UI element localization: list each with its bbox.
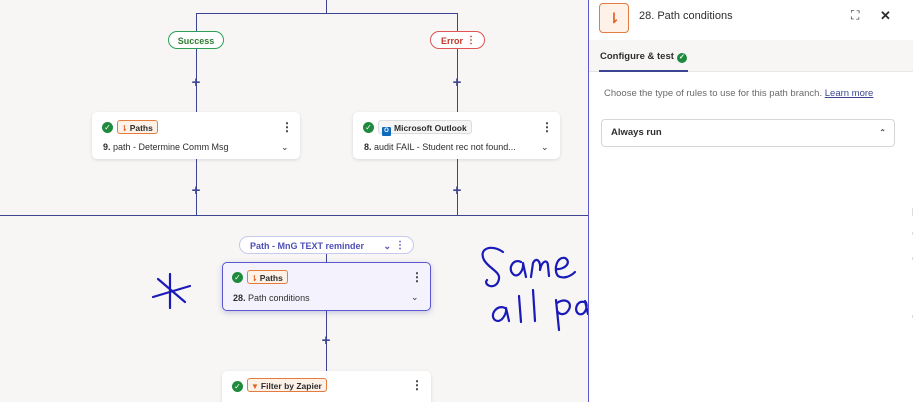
success-check-icon: ✓ [363, 122, 374, 133]
paths-icon: ⇂ [599, 3, 629, 33]
filter-icon: ▼ [251, 382, 259, 391]
paths-app-tag: ⇂ Paths [117, 120, 158, 134]
app-tag-label: Paths [259, 273, 283, 283]
app-tag-label: Microsoft Outlook [394, 123, 467, 133]
step-title: 9. path - Determine Comm Msg [103, 142, 229, 152]
success-check-icon: ✓ [102, 122, 113, 133]
kebab-menu-icon[interactable]: ⋮ [411, 271, 423, 283]
step-card-paths-28[interactable]: ✓ ⇂ Paths ⋮ 28. Path conditions ⌄ [222, 262, 431, 311]
filter-app-tag: ▼ Filter by Zapier [247, 378, 327, 392]
step-config-panel: ⇂ 28. Path conditions ⛶ ✕ Configure & te… [588, 0, 913, 402]
kebab-icon[interactable]: ⋮ [466, 32, 476, 50]
expand-icon[interactable]: ⛶ [851, 8, 859, 23]
step-card-outlook-8[interactable]: ✓ O Microsoft Outlook ⋮ 8. audit FAIL - S… [353, 112, 560, 159]
connector-line [196, 13, 458, 14]
outlook-icon: O [382, 127, 391, 136]
rules-description: Choose the type of rules to use for this… [604, 87, 894, 100]
branch-error-label: Error [441, 36, 464, 46]
outlook-app-tag: O Microsoft Outlook [378, 120, 472, 136]
kebab-menu-icon[interactable]: ⋮ [411, 379, 423, 391]
step-title-text: path - Determine Comm Msg [113, 142, 229, 152]
step-title: 28. Path conditions [233, 293, 310, 303]
path-group-divider [0, 215, 588, 216]
add-step-plus-icon[interactable]: + [450, 183, 464, 198]
add-step-plus-icon[interactable]: + [189, 75, 203, 90]
branch-success-pill[interactable]: Success [168, 31, 224, 49]
chevron-down-icon[interactable]: ⌄ [383, 237, 391, 255]
add-step-plus-icon[interactable]: + [189, 183, 203, 198]
paths-app-tag: ⇂ Paths [247, 270, 288, 284]
connector-line [326, 254, 327, 262]
zap-editor-canvas: Success Error ⋮ + + ✓ ⇂ Paths ⋮ 9. path -… [0, 0, 588, 402]
step-number: 28. [233, 293, 246, 303]
paths-icon: ⇂ [121, 124, 128, 133]
step-card-paths-9[interactable]: ✓ ⇂ Paths ⋮ 9. path - Determine Comm Msg … [92, 112, 300, 159]
close-icon[interactable]: ✕ [880, 8, 891, 24]
rule-type-select[interactable]: Always run ⌃ [601, 119, 895, 147]
chevron-down-icon[interactable]: ⌄ [411, 292, 419, 303]
rule-type-value: Always run [611, 127, 662, 138]
step-title-text: Path conditions [248, 293, 310, 303]
connector-line [196, 13, 197, 31]
add-step-plus-icon[interactable]: + [450, 75, 464, 90]
step-card-filter[interactable]: ✓ ▼ Filter by Zapier ⋮ [222, 371, 431, 402]
kebab-menu-icon[interactable]: ⋮ [281, 121, 293, 133]
connector-line [326, 0, 327, 13]
step-number: 8. [364, 142, 372, 152]
description-text: Choose the type of rules to use for this… [604, 88, 823, 99]
step-title: 8. audit FAIL - Student rec not found... [364, 142, 516, 152]
app-tag-label: Paths [129, 123, 153, 133]
path-name-label: Path - MnG TEXT reminder [250, 241, 365, 251]
learn-more-link[interactable]: Learn more [825, 88, 874, 99]
branch-error-pill[interactable]: Error ⋮ [430, 31, 485, 49]
select-updown-icon: ⌃ [879, 128, 886, 137]
tab-configure-test[interactable]: Configure & test ✓ [599, 40, 688, 72]
success-check-icon: ✓ [232, 381, 243, 392]
paths-icon: ⇂ [251, 274, 258, 283]
check-circle-icon: ✓ [676, 53, 687, 63]
add-step-plus-icon[interactable]: + [319, 333, 333, 348]
path-name-pill[interactable]: Path - MnG TEXT reminder ⌄ ⋮ [239, 236, 414, 254]
panel-title: 28. Path conditions [639, 10, 733, 22]
kebab-icon[interactable]: ⋮ [395, 237, 405, 255]
success-check-icon: ✓ [232, 272, 243, 283]
step-number: 9. [103, 142, 111, 152]
chevron-down-icon[interactable]: ⌄ [541, 142, 549, 153]
panel-tab-bar: Configure & test ✓ [589, 40, 913, 72]
app-tag-label: Filter by Zapier [260, 381, 322, 391]
tab-label: Configure & test [600, 51, 674, 62]
step-title-text: audit FAIL - Student rec not found... [374, 142, 516, 152]
kebab-menu-icon[interactable]: ⋮ [541, 121, 553, 133]
connector-line [457, 13, 458, 31]
chevron-down-icon[interactable]: ⌄ [281, 142, 289, 153]
